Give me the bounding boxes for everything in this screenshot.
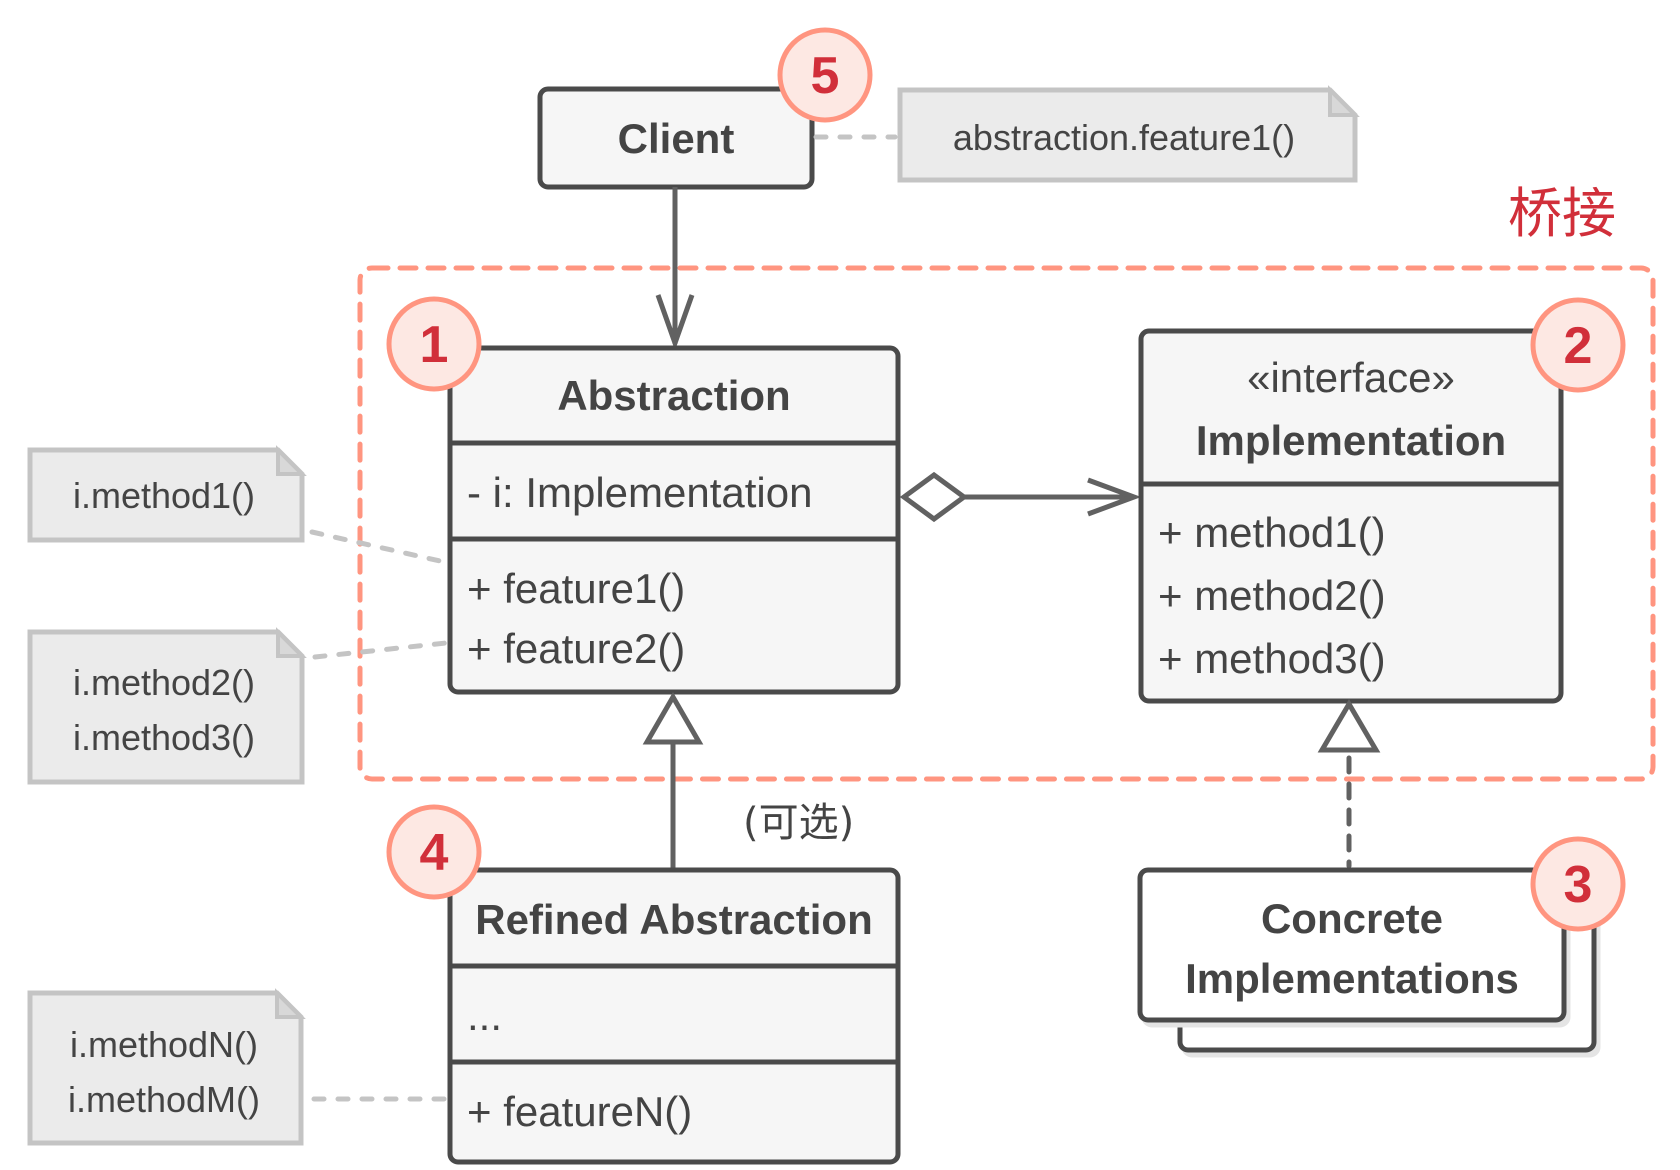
refined-note: i.methodN() i.methodM() (27, 988, 306, 1146)
refined-abstraction-class[interactable]: Refined Abstraction ... + featureN() (447, 867, 901, 1165)
abstraction-note-2-link (312, 640, 449, 660)
optional-label: (可选) (743, 800, 854, 846)
bridge-title: 桥接 (1508, 182, 1616, 245)
badge-4: 4 (386, 804, 482, 900)
realization-triangle (1317, 699, 1381, 753)
implementation-method: + method1() (1158, 509, 1386, 556)
refined-method: + featureN() (467, 1088, 692, 1135)
badge-3: 3 (1530, 836, 1626, 932)
refined-note-line: i.methodN() (70, 1024, 258, 1065)
client-note-text: abstraction.feature1() (953, 117, 1295, 158)
concrete-name-line: Concrete (1261, 895, 1443, 942)
implementation-name: Implementation (1196, 417, 1506, 464)
badge-1: 1 (386, 296, 482, 392)
abstraction-field: - i: Implementation (467, 469, 812, 516)
svg-text:2: 2 (1564, 317, 1593, 375)
client-class[interactable]: Client (537, 86, 815, 190)
abstraction-note-2-line: i.method3() (73, 717, 255, 758)
abstraction-class[interactable]: Abstraction - i: Implementation + featur… (447, 345, 901, 695)
implementation-stereotype: «interface» (1247, 354, 1455, 401)
badge-2: 2 (1530, 297, 1626, 393)
svg-text:1: 1 (420, 316, 449, 374)
badge-5: 5 (777, 27, 873, 123)
client-note: abstraction.feature1() (897, 85, 1360, 183)
implementation-interface[interactable]: «interface» Implementation + method1() +… (1138, 328, 1564, 704)
abstraction-note-1-link (309, 529, 443, 564)
abstraction-method: + feature2() (467, 625, 685, 672)
client-name: Client (618, 115, 735, 162)
abstraction-note-1-text: i.method1() (73, 475, 255, 516)
implementation-method: + method2() (1158, 572, 1386, 619)
abstraction-name: Abstraction (557, 372, 790, 419)
concrete-name-line: Implementations (1185, 955, 1519, 1002)
concrete-implementations-class[interactable]: Concrete Implementations (1137, 867, 1597, 1053)
abstraction-note-1: i.method1() (27, 445, 307, 543)
inheritance-triangle (642, 692, 704, 745)
bridge-diagram: 桥接 Client abstraction.feature1() Abstrac… (27, 27, 1656, 1165)
refined-field: ... (467, 992, 502, 1039)
implementation-method: + method3() (1158, 635, 1386, 682)
svg-text:5: 5 (811, 47, 840, 105)
svg-text:3: 3 (1564, 856, 1593, 914)
abstraction-method: + feature1() (467, 565, 685, 612)
svg-text:4: 4 (420, 824, 449, 882)
refined-name: Refined Abstraction (475, 896, 872, 943)
abstraction-note-2-line: i.method2() (73, 662, 255, 703)
abstraction-note-2: i.method2() i.method3() (27, 627, 307, 785)
aggregation-diamond (899, 471, 969, 523)
refined-note-line: i.methodM() (68, 1079, 260, 1120)
